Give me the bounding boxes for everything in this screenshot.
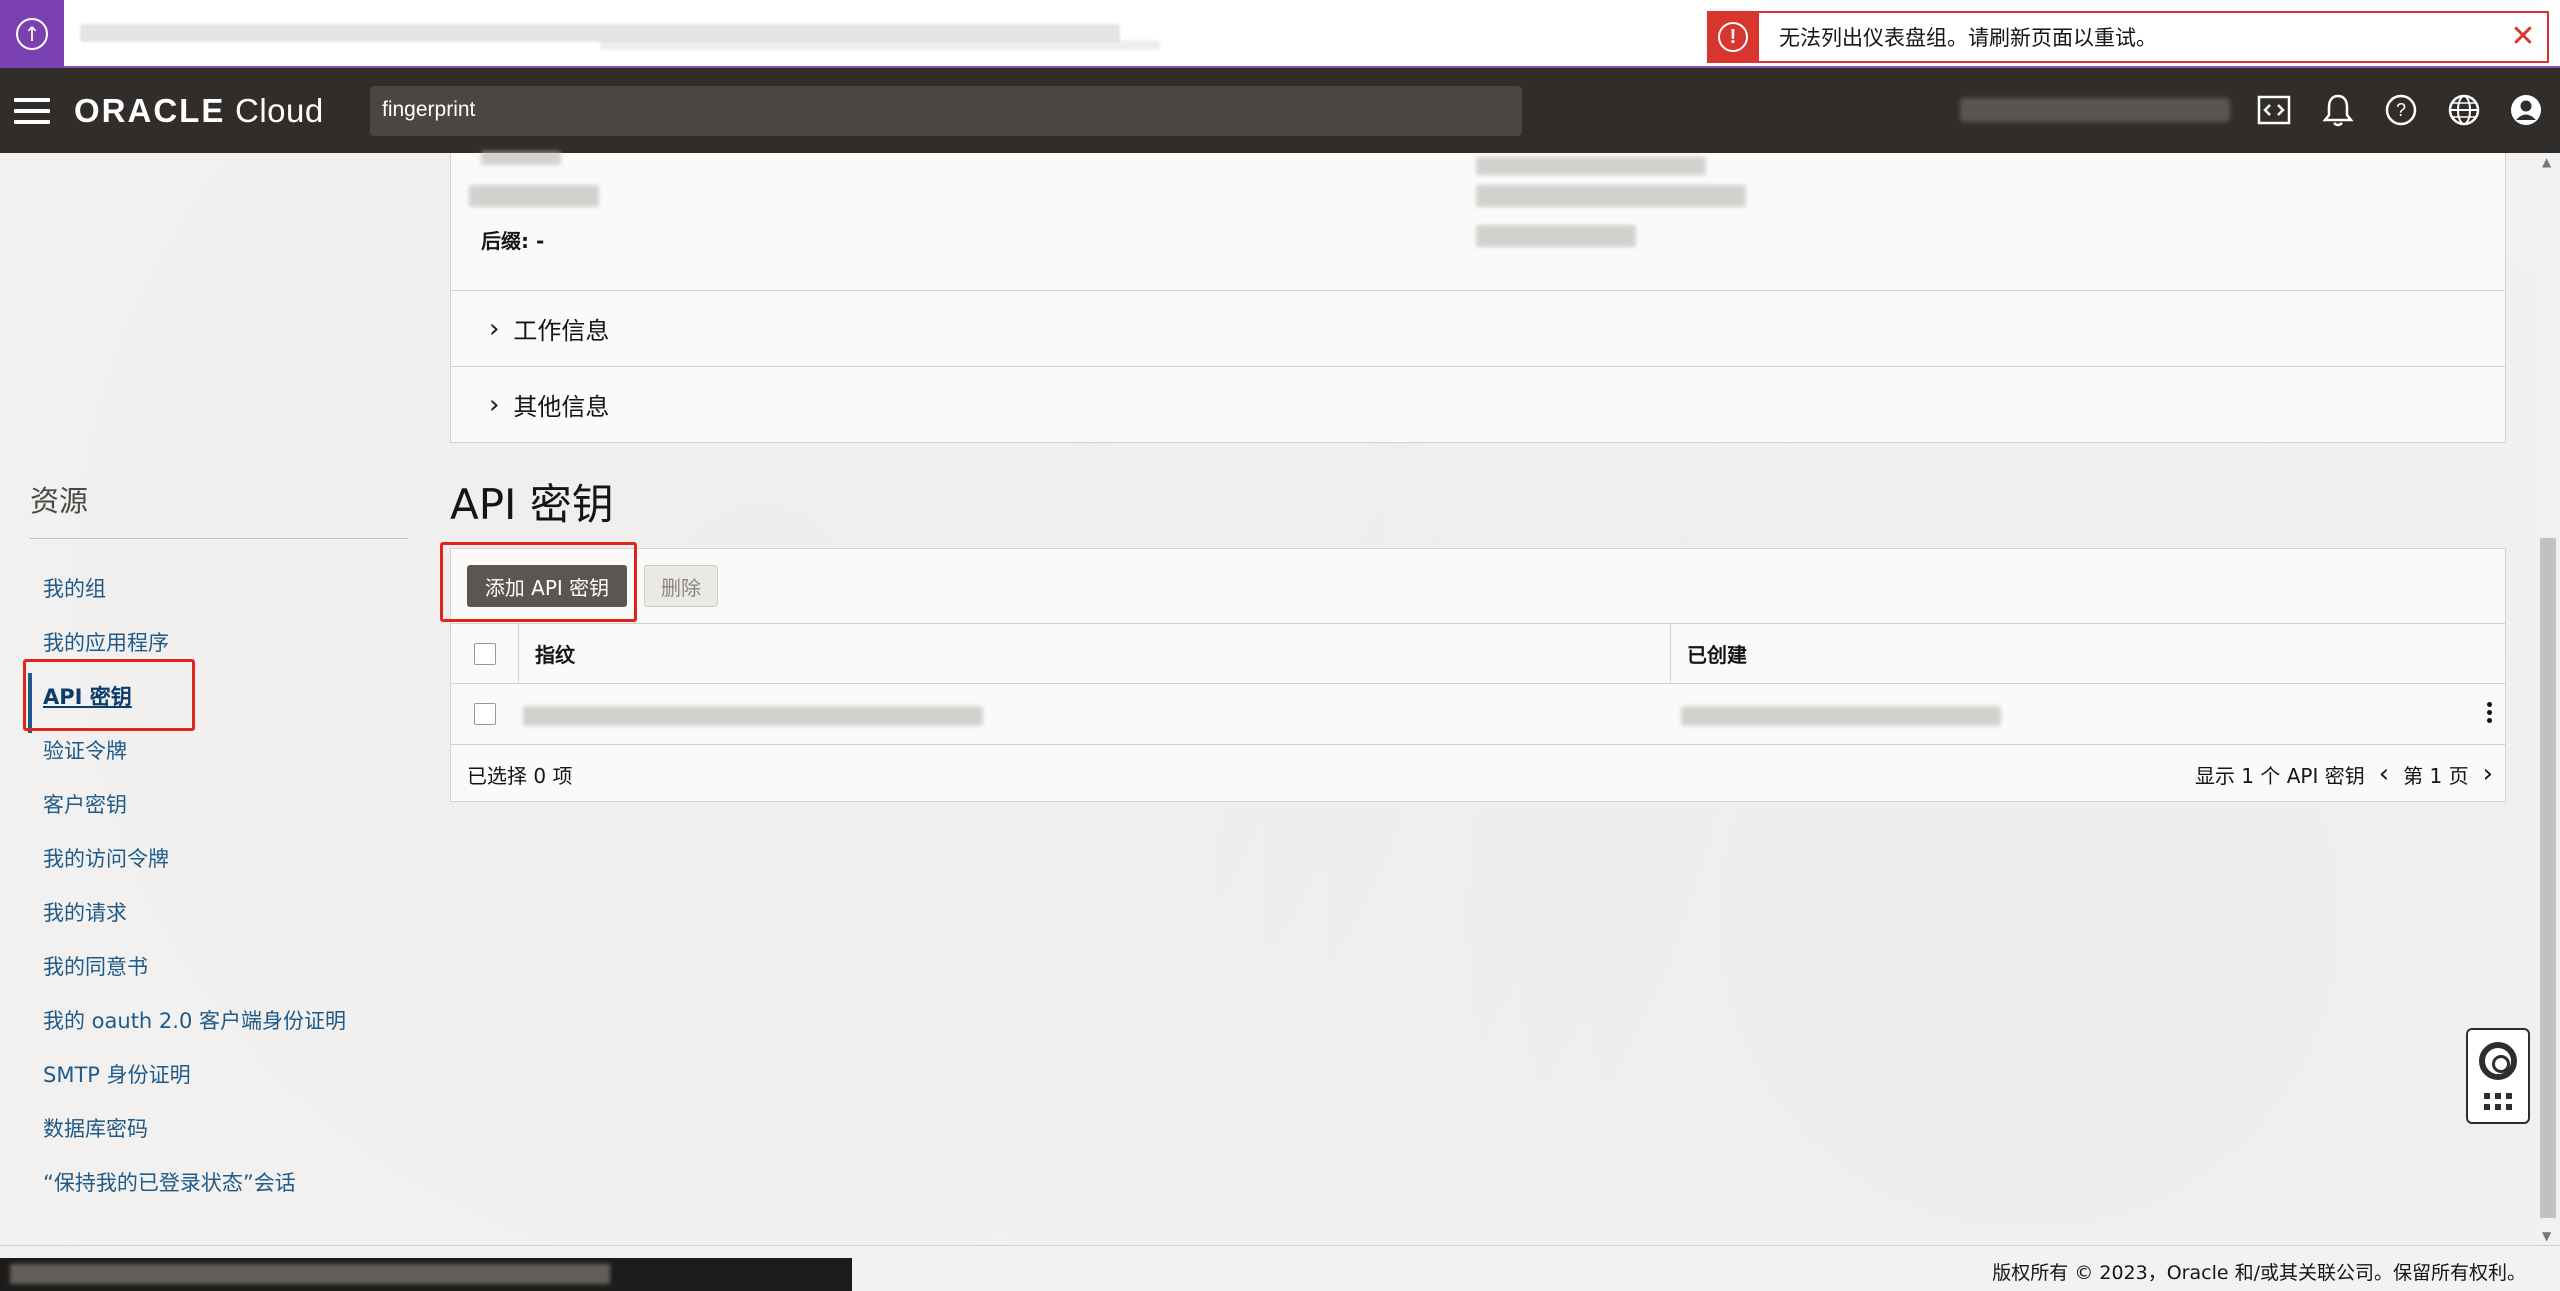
apps-grid-icon bbox=[2484, 1092, 2512, 1110]
suffix-label: 后缀: - bbox=[481, 229, 545, 253]
table-header: 指纹 已创建 bbox=[451, 623, 2505, 684]
row-select-cell bbox=[451, 684, 519, 744]
scrollbar-thumb[interactable] bbox=[2540, 538, 2556, 1218]
chevron-right-icon[interactable]: › bbox=[2483, 759, 2493, 789]
sidebar-item-oauth-credentials[interactable]: 我的 oauth 2.0 客户端身份证明 bbox=[43, 1005, 346, 1035]
top-navigation-bar: ORACLE Cloud fingerprint ? bbox=[0, 68, 2560, 153]
copyright-text: 版权所有 © 2023，Oracle 和/或其关联公司。保留所有权利。 bbox=[1992, 1262, 2526, 1284]
sidebar-item-auth-tokens[interactable]: 验证令牌 bbox=[43, 735, 127, 765]
sidebar-item-my-requests[interactable]: 我的请求 bbox=[43, 897, 127, 927]
chevron-left-icon[interactable]: ‹ bbox=[2379, 759, 2389, 789]
scroll-up-icon[interactable]: ▲ bbox=[2542, 155, 2551, 169]
select-all-cell bbox=[451, 624, 519, 683]
sidebar-item-keep-signed-in-sessions[interactable]: “保持我的已登录状态”会话 bbox=[43, 1167, 296, 1197]
chevron-right-icon: › bbox=[489, 313, 500, 344]
upload-button[interactable]: ↑ bbox=[0, 0, 64, 68]
brand-bold: ORACLE bbox=[74, 92, 226, 129]
help-widget[interactable] bbox=[2466, 1028, 2530, 1124]
blurred-region-name bbox=[1960, 98, 2230, 122]
page-indicator: 第 1 页 bbox=[2403, 763, 2469, 788]
blurred-value bbox=[1476, 157, 1706, 175]
select-all-checkbox[interactable] bbox=[473, 642, 496, 665]
api-keys-heading: API 密钥 bbox=[450, 480, 614, 529]
sidebar-item-my-consents[interactable]: 我的同意书 bbox=[43, 951, 148, 981]
blurred-footer-text bbox=[10, 1264, 610, 1284]
divider bbox=[30, 538, 408, 539]
table-row bbox=[451, 684, 2505, 745]
code-editor-icon[interactable] bbox=[2254, 90, 2294, 130]
sidebar-item-customer-secret-keys[interactable]: 客户密钥 bbox=[43, 789, 127, 819]
delete-button[interactable]: 删除 bbox=[644, 565, 718, 607]
column-header-created[interactable]: 已创建 bbox=[1671, 624, 1747, 683]
page-footer: 版权所有 © 2023，Oracle 和/或其关联公司。保留所有权利。 bbox=[0, 1245, 2560, 1291]
api-keys-table-card: 添加 API 密钥 删除 指纹 已创建 已选择 0 项 显示 1 个 API 密… bbox=[450, 548, 2506, 802]
highlight-box-api-keys bbox=[23, 659, 195, 731]
brand-light: Cloud bbox=[235, 92, 324, 129]
error-icon: ! bbox=[1707, 11, 1759, 63]
globe-icon[interactable] bbox=[2444, 90, 2484, 130]
vertical-scrollbar[interactable]: ▲ ▼ bbox=[2536, 153, 2560, 1245]
section-other-info[interactable]: › 其他信息 bbox=[451, 366, 2505, 442]
oracle-cloud-logo[interactable]: ORACLE Cloud bbox=[74, 92, 324, 130]
blurred-created-date bbox=[1681, 706, 2001, 726]
table-footer: 已选择 0 项 显示 1 个 API 密钥 ‹ 第 1 页 › bbox=[451, 745, 2505, 803]
user-avatar-icon[interactable] bbox=[2506, 90, 2546, 130]
blurred-value bbox=[469, 185, 599, 207]
sidebar-item-db-passwords[interactable]: 数据库密码 bbox=[43, 1113, 148, 1143]
section-work-info[interactable]: › 工作信息 bbox=[451, 290, 2505, 366]
resources-heading: 资源 bbox=[30, 484, 89, 518]
sidebar-item-my-access-tokens[interactable]: 我的访问令牌 bbox=[43, 843, 169, 873]
blurred-value bbox=[1476, 225, 1636, 247]
main-content: 后缀: - › 工作信息 › 其他信息 资源 我的组 我的应用程序 API 密钥… bbox=[0, 151, 2536, 1245]
chevron-right-icon: › bbox=[489, 389, 500, 420]
column-header-fingerprint[interactable]: 指纹 bbox=[519, 624, 1671, 683]
toast-message: 无法列出仪表盘组。请刷新页面以重试。 bbox=[1779, 26, 2157, 50]
close-icon[interactable]: ✕ bbox=[2509, 22, 2537, 52]
help-icon[interactable]: ? bbox=[2381, 90, 2421, 130]
arrow-up-icon: ↑ bbox=[16, 18, 48, 50]
error-toast: ! 无法列出仪表盘组。请刷新页面以重试。 ✕ bbox=[1707, 11, 2549, 63]
pagination: 显示 1 个 API 密钥 ‹ 第 1 页 › bbox=[2195, 759, 2493, 789]
sidebar-item-smtp-credentials[interactable]: SMTP 身份证明 bbox=[43, 1059, 191, 1089]
lifebuoy-icon bbox=[2479, 1042, 2517, 1081]
scroll-down-icon[interactable]: ▼ bbox=[2542, 1229, 2551, 1243]
blurred-label bbox=[481, 151, 561, 165]
row-actions-kebab-icon[interactable] bbox=[2487, 702, 2493, 726]
blurred-value bbox=[1476, 185, 1746, 207]
bell-icon[interactable] bbox=[2318, 90, 2358, 130]
section-label: 工作信息 bbox=[513, 317, 610, 345]
hamburger-menu-icon[interactable] bbox=[14, 98, 50, 124]
showing-count: 显示 1 个 API 密钥 bbox=[2194, 763, 2365, 788]
blurred-url-shadow bbox=[600, 40, 1160, 50]
search-input[interactable]: fingerprint bbox=[370, 86, 1522, 136]
section-label: 其他信息 bbox=[513, 393, 610, 421]
sidebar-item-my-groups[interactable]: 我的组 bbox=[43, 573, 106, 603]
svg-text:?: ? bbox=[2396, 100, 2406, 120]
user-details-card: 后缀: - › 工作信息 › 其他信息 bbox=[450, 151, 2506, 443]
highlight-box-add-button bbox=[440, 542, 637, 622]
row-checkbox[interactable] bbox=[474, 703, 496, 725]
sidebar-item-my-applications[interactable]: 我的应用程序 bbox=[43, 627, 169, 657]
selected-count: 已选择 0 项 bbox=[467, 763, 573, 788]
blurred-fingerprint bbox=[523, 706, 983, 726]
